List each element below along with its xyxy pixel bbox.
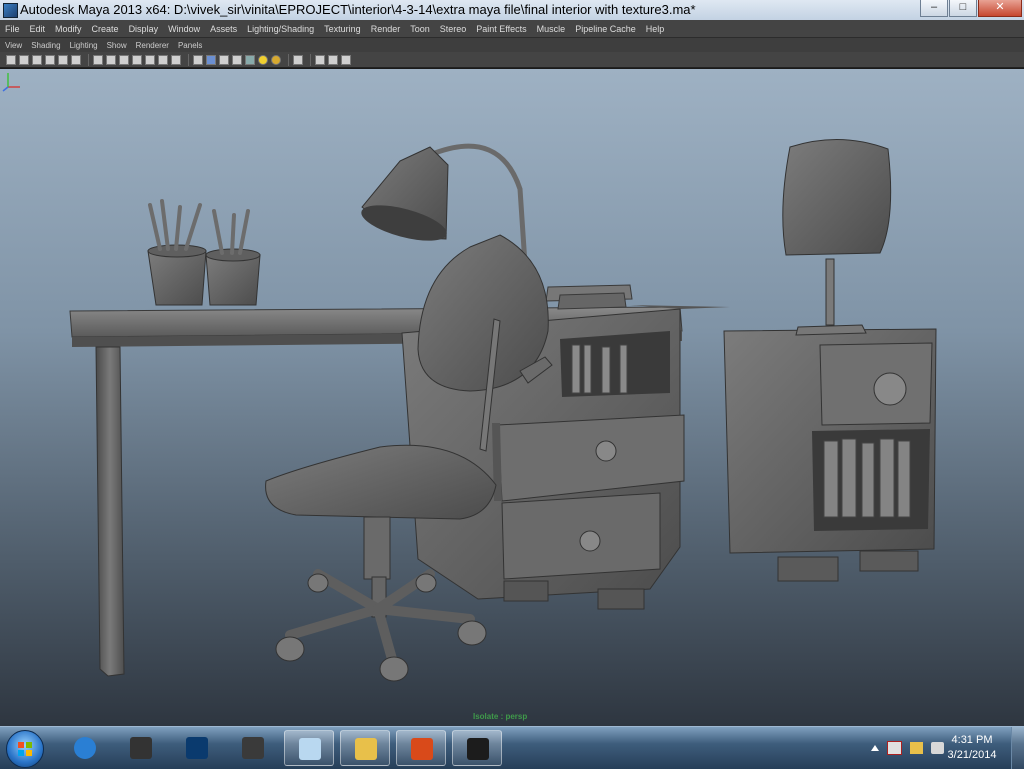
panel-menu-show[interactable]: Show — [102, 41, 131, 50]
film-gate-icon[interactable] — [106, 54, 116, 65]
camera-name-label: Isolate : persp — [473, 712, 528, 721]
photoshop-icon — [186, 737, 208, 759]
windows-taskbar: 4:31 PM 3/21/2014 — [0, 726, 1024, 769]
taskbar-app-notes[interactable] — [284, 730, 334, 766]
panel-menu-view[interactable]: View — [0, 41, 26, 50]
menu-assets[interactable]: Assets — [205, 24, 242, 34]
books — [545, 284, 633, 310]
show-desktop-button[interactable] — [1011, 727, 1024, 769]
folder-icon — [355, 738, 377, 760]
field-chart-icon[interactable] — [145, 54, 155, 65]
menu-paint-effects[interactable]: Paint Effects — [471, 24, 531, 34]
menu-render[interactable]: Render — [366, 24, 406, 34]
wireframe-on-shaded-icon[interactable] — [219, 54, 229, 65]
axis-indicator — [2, 73, 20, 92]
taskbar-app-office[interactable] — [396, 730, 446, 766]
menu-display[interactable]: Display — [124, 24, 164, 34]
perspective-viewport[interactable]: Isolate : persp — [0, 69, 1024, 726]
camera-attributes-icon[interactable] — [19, 54, 29, 65]
internet-explorer-icon — [74, 737, 96, 759]
toolbar-separator — [88, 53, 89, 66]
clock-date: 3/21/2014 — [947, 749, 997, 761]
safe-action-icon[interactable] — [158, 54, 168, 65]
menu-help[interactable]: Help — [641, 24, 670, 34]
panel-menu-lighting[interactable]: Lighting — [65, 41, 102, 50]
taskbar-app-game[interactable] — [116, 730, 166, 766]
clock-time: 4:31 PM — [951, 734, 993, 746]
use-all-lights-icon[interactable] — [245, 54, 255, 65]
close-button[interactable]: ✕ — [978, 0, 1022, 17]
window-controls: – □ ✕ — [919, 0, 1022, 18]
toolbar-separator — [288, 53, 289, 66]
menu-pipeline-cache[interactable]: Pipeline Cache — [570, 24, 641, 34]
menu-modify[interactable]: Modify — [50, 24, 87, 34]
menu-lighting-shading[interactable]: Lighting/Shading — [242, 24, 319, 34]
3ds-max-icon — [242, 737, 264, 759]
pen-holders — [147, 199, 261, 306]
bookmarks-icon[interactable] — [32, 54, 42, 65]
system-tray — [863, 741, 944, 755]
panel-menubar: View Shading Lighting Show Renderer Pane… — [0, 38, 1024, 52]
smooth-shade-icon[interactable] — [206, 54, 216, 65]
office-icon — [411, 738, 433, 760]
gate-mask-icon[interactable] — [132, 54, 142, 65]
network-icon[interactable] — [910, 742, 923, 754]
side-cabinet — [723, 138, 937, 582]
panel-menu-panels[interactable]: Panels — [173, 41, 206, 50]
toolbar-separator — [310, 53, 311, 66]
grid-icon[interactable] — [93, 54, 103, 65]
two-d-pan-zoom-icon[interactable] — [58, 54, 68, 65]
menu-toon[interactable]: Toon — [405, 24, 435, 34]
action-center-flag-icon[interactable] — [887, 741, 902, 755]
minimize-button[interactable]: – — [920, 0, 948, 17]
viewport-toolbar — [0, 52, 1024, 68]
select-camera-icon[interactable] — [6, 54, 16, 65]
maya-app-icon[interactable] — [3, 3, 18, 18]
taskbar-app-photoshop[interactable] — [172, 730, 222, 766]
high-quality-lighting-icon[interactable] — [271, 54, 281, 65]
main-menubar: File Edit Modify Create Display Window A… — [0, 20, 1024, 38]
panel-menu-renderer[interactable]: Renderer — [131, 41, 173, 50]
notes-icon — [299, 738, 321, 760]
wireframe-icon[interactable] — [193, 54, 203, 65]
resolution-gate-icon[interactable] — [119, 54, 129, 65]
title-bar: Autodesk Maya 2013 x64: D:\vivek_sir\vin… — [0, 0, 1024, 21]
menu-window[interactable]: Window — [163, 24, 205, 34]
taskbar-app-explorer[interactable] — [340, 730, 390, 766]
maximize-button[interactable]: □ — [949, 0, 977, 17]
menu-texturing[interactable]: Texturing — [319, 24, 366, 34]
image-plane-icon[interactable] — [45, 54, 55, 65]
window-title: Autodesk Maya 2013 x64: D:\vivek_sir\vin… — [20, 2, 696, 17]
xray-icon[interactable] — [315, 54, 325, 65]
windows-logo-icon — [18, 742, 32, 756]
xray-joints-icon[interactable] — [328, 54, 338, 65]
grease-pencil-icon[interactable] — [71, 54, 81, 65]
start-button[interactable] — [6, 730, 44, 768]
shadows-icon[interactable] — [258, 54, 268, 65]
menu-file[interactable]: File — [0, 24, 25, 34]
panel-menu-shading[interactable]: Shading — [26, 41, 64, 50]
menu-create[interactable]: Create — [87, 24, 124, 34]
textured-icon[interactable] — [232, 54, 242, 65]
taskbar-app-3ds-max[interactable] — [228, 730, 278, 766]
taskbar-app-internet-explorer[interactable] — [60, 730, 110, 766]
xray-components-icon[interactable] — [341, 54, 351, 65]
menu-muscle[interactable]: Muscle — [532, 24, 571, 34]
maya-icon — [467, 738, 489, 760]
isolate-select-icon[interactable] — [293, 54, 303, 65]
taskbar-app-maya[interactable] — [452, 730, 502, 766]
menu-edit[interactable]: Edit — [25, 24, 51, 34]
toolbar-separator — [188, 53, 189, 66]
game-controller-icon — [130, 737, 152, 759]
taskbar-clock[interactable]: 4:31 PM 3/21/2014 — [942, 733, 1002, 763]
safe-title-icon[interactable] — [171, 54, 181, 65]
scene-render — [69, 138, 937, 682]
menu-stereo[interactable]: Stereo — [435, 24, 472, 34]
show-hidden-icons-icon[interactable] — [871, 745, 879, 751]
